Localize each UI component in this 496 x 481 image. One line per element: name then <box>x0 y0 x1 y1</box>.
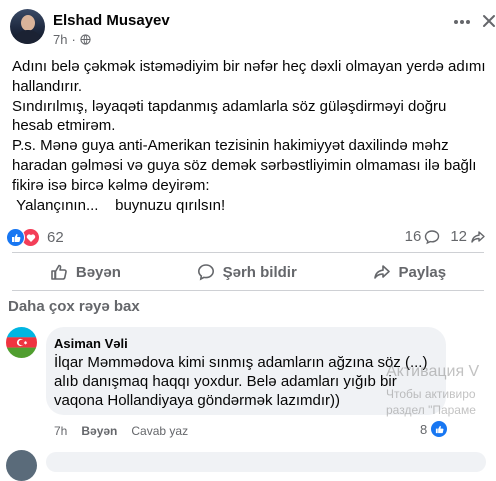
commenter-avatar[interactable] <box>6 327 37 358</box>
post-meta: 7h · <box>53 32 91 47</box>
like-button-label: Bəyən <box>75 263 121 281</box>
post-action-bar: Bəyən Şərh bildir Paylaş <box>12 258 484 286</box>
share-button-label: Paylaş <box>398 263 447 281</box>
divider <box>12 290 484 291</box>
like-button[interactable]: Bəyən <box>50 263 121 281</box>
divider <box>12 252 484 253</box>
post-paragraph: P.s. Mənə guya anti-Amerikan tezisinin h… <box>12 137 481 194</box>
comment-time[interactable]: 7h <box>54 424 67 438</box>
share-count: 12 <box>450 228 467 245</box>
comment-reaction-count: 8 <box>420 421 428 437</box>
post-stats: 16 12 <box>405 228 486 245</box>
comment-button-label: Şərh bildir <box>222 263 297 281</box>
comment-text: İlqar Məmmədova kimi sınmış adamların ağ… <box>54 354 428 409</box>
close-icon[interactable] <box>481 12 496 30</box>
globe-icon <box>80 34 91 45</box>
comment-icon <box>197 264 214 281</box>
view-more-comments-link[interactable]: Daha çox rəyə bax <box>8 298 140 315</box>
share-icon <box>471 230 485 243</box>
comment-count: 16 <box>404 228 422 245</box>
author-name[interactable]: Elshad Musayev <box>53 12 170 29</box>
commenter-name[interactable]: Asiman Vəli <box>54 336 128 351</box>
like-reaction-icon <box>430 420 449 438</box>
share-count-stat[interactable]: 12 <box>450 228 486 245</box>
post-text: Adını belə çəkmək istəmədiyim bir nəfər … <box>12 57 490 215</box>
comment-reactions[interactable]: 8 <box>420 420 449 438</box>
like-reaction-icon <box>6 228 25 247</box>
share-icon <box>373 265 390 279</box>
comment-button[interactable]: Şərh bildir <box>197 263 297 281</box>
reaction-count[interactable]: 62 <box>47 229 64 246</box>
author-avatar[interactable] <box>10 9 45 44</box>
comment-reply-button[interactable]: Cavab yaz <box>131 424 188 438</box>
next-commenter-avatar[interactable] <box>6 450 37 481</box>
post-time[interactable]: 7h <box>53 32 67 47</box>
activation-watermark-line: раздел "Параме <box>386 403 476 417</box>
comment-count-stat[interactable]: 16 <box>405 228 441 245</box>
comment-icon <box>425 229 440 244</box>
comment-like-button[interactable]: Bəyən <box>81 424 117 438</box>
comment-actions: 7h Bəyən Cavab yaz <box>54 424 188 438</box>
more-options-icon[interactable] <box>452 16 472 28</box>
reactions-summary[interactable]: 62 <box>6 228 64 247</box>
post-paragraph: Yalançının... buynuzu qırılsın! <box>12 196 226 214</box>
next-comment-bubble <box>46 452 486 472</box>
post-paragraph: Adını belə çəkmək istəmədiyim bir nəfər … <box>12 58 490 95</box>
activation-watermark-title: Активация V <box>386 363 480 380</box>
post-paragraph: Sındırılmış, ləyaqəti tapdanmış adamlarl… <box>12 97 451 135</box>
activation-watermark-line: Чтобы активиро <box>386 387 476 401</box>
share-button[interactable]: Paylaş <box>373 263 447 281</box>
thumbs-up-icon <box>51 264 67 280</box>
activation-watermark-text: Чтобы активиро раздел "Параме <box>386 386 476 418</box>
